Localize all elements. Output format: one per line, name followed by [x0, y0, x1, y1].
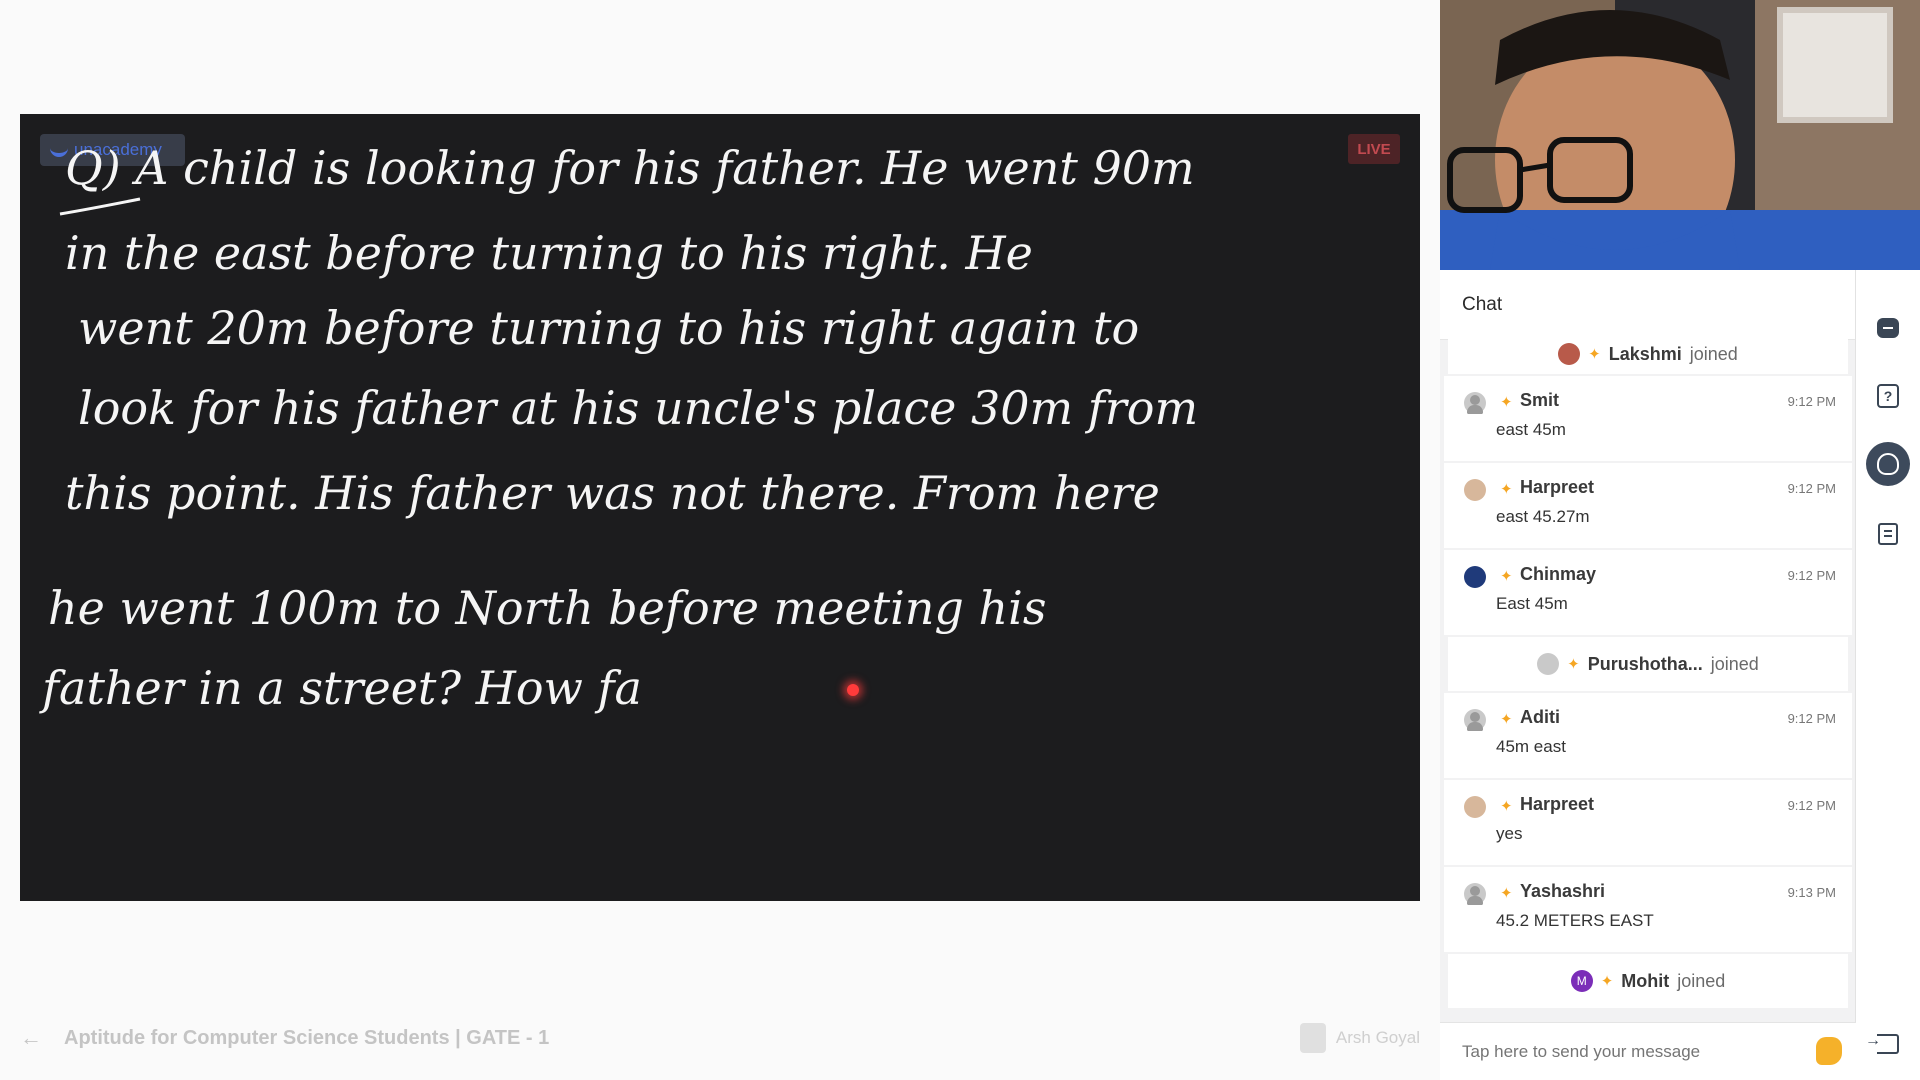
handwritten-line-1: Q) A child is looking for his father. He… — [65, 141, 1195, 195]
join-name: Mohit — [1621, 970, 1670, 991]
message-author: Aditi — [1520, 707, 1560, 727]
message-text: 45.2 METERS EAST — [1496, 911, 1654, 930]
whiteboard: unacademy LIVE Q) A child is looking for… — [20, 114, 1420, 901]
message-author: Chinmay — [1520, 564, 1597, 584]
spark-icon: ✦ — [1500, 711, 1513, 728]
educator-avatar — [1299, 1023, 1326, 1053]
laser-pointer — [847, 684, 859, 696]
educator-video — [1440, 0, 1920, 270]
raise-hand-button[interactable] — [1866, 442, 1910, 486]
exit-icon — [1865, 1032, 1899, 1054]
join-verb: joined — [1677, 970, 1726, 991]
underline-stroke — [59, 197, 141, 216]
video-frame — [1440, 0, 1920, 270]
message-author: Smit — [1520, 390, 1560, 410]
educator-name: Arsh Goyal — [1335, 1028, 1420, 1047]
educator-info: Arsh Goyal — [1299, 1020, 1420, 1056]
message-time: 9:12 PM — [1787, 711, 1836, 726]
side-rail: ? — [1856, 270, 1920, 1080]
user-avatar — [1464, 796, 1486, 818]
spark-icon: ✦ — [1500, 568, 1513, 585]
exit-class-button[interactable] — [1865, 1028, 1904, 1060]
join-name: Purushotha... — [1587, 653, 1703, 674]
chat-message: ✦ Smit 9:12 PM east 45m — [1444, 376, 1852, 461]
handwritten-line-6: he went 100m to North before meeting his — [48, 581, 1046, 635]
user-avatar-icon — [1464, 709, 1486, 731]
join-notice: ✦ Purushotha... joined — [1448, 637, 1848, 691]
chat-input-bar — [1440, 1022, 1856, 1080]
message-text: east 45.27m — [1496, 507, 1590, 526]
chat-message: ✦ Chinmay 9:12 PM East 45m — [1444, 550, 1852, 635]
spark-icon: ✦ — [1500, 481, 1513, 498]
join-notice: M ✦ Mohit joined — [1448, 954, 1848, 1008]
message-time: 9:12 PM — [1787, 394, 1836, 409]
message-text: East 45m — [1496, 594, 1568, 613]
chat-header: Chat — [1440, 270, 1855, 340]
back-arrow-icon[interactable]: ← — [20, 1025, 50, 1051]
chat-message-input[interactable] — [1462, 1041, 1792, 1062]
message-text: east 45m — [1496, 420, 1566, 439]
handwritten-line-2: in the east before turning to his right.… — [65, 226, 1033, 280]
chat-message: ✦ Aditi 9:12 PM 45m east — [1444, 693, 1852, 778]
chat-message: ✦ Harpreet 9:12 PM yes — [1444, 780, 1852, 865]
message-author: Harpreet — [1520, 794, 1595, 814]
join-notice: ✦ Lakshmi joined — [1448, 334, 1848, 374]
spark-icon: ✦ — [1567, 656, 1580, 673]
user-avatar-icon — [1464, 392, 1486, 414]
spark-icon: ✦ — [1500, 394, 1513, 411]
message-time: 9:12 PM — [1787, 481, 1836, 496]
class-footer: ← Aptitude for Computer Science Students… — [20, 1020, 1420, 1056]
user-avatar-icon — [1537, 653, 1560, 675]
chat-message-list[interactable]: ✦ Lakshmi joined ✦ Smit 9:12 PM east 45m… — [1444, 334, 1852, 1024]
raise-hand-icon — [1877, 453, 1899, 475]
question-icon: ? — [1877, 384, 1899, 408]
user-avatar — [1464, 479, 1486, 501]
course-title: Aptitude for Computer Science Students |… — [64, 1026, 550, 1049]
notes-icon — [1878, 523, 1898, 545]
handwritten-line-4: look for his father at his uncle's place… — [78, 381, 1198, 435]
chat-message: ✦ Harpreet 9:12 PM east 45.27m — [1444, 463, 1852, 548]
message-time: 9:12 PM — [1787, 798, 1836, 813]
message-time: 9:12 PM — [1787, 568, 1836, 583]
chat-title: Chat — [1462, 293, 1503, 315]
message-author: Yashashri — [1520, 881, 1606, 901]
spark-icon: ✦ — [1588, 346, 1601, 363]
spark-icon: ✦ — [1600, 973, 1614, 990]
chat-icon — [1877, 318, 1899, 338]
clap-icon[interactable] — [1816, 1037, 1842, 1065]
chat-message: ✦ Yashashri 9:13 PM 45.2 METERS EAST — [1444, 867, 1852, 952]
chat-tab-button[interactable] — [1872, 312, 1904, 344]
join-verb: joined — [1689, 343, 1738, 364]
chat-panel: Chat ✦ Lakshmi joined ✦ Smit 9:12 PM eas… — [1440, 270, 1856, 1080]
spark-icon: ✦ — [1500, 798, 1513, 815]
message-author: Harpreet — [1520, 477, 1595, 497]
user-avatar-icon — [1464, 883, 1486, 905]
message-text: 45m east — [1496, 737, 1566, 756]
doubts-tab-button[interactable]: ? — [1872, 380, 1904, 412]
handwritten-line-7: father in a street? How fa — [39, 661, 642, 715]
handwritten-line-3: went 20m before turning to his right aga… — [78, 301, 1139, 355]
join-verb: joined — [1710, 653, 1759, 674]
handwriting-canvas: Q) A child is looking for his father. He… — [39, 141, 1198, 715]
notes-tab-button[interactable] — [1872, 518, 1904, 550]
user-avatar — [1464, 566, 1486, 588]
message-time: 9:13 PM — [1787, 885, 1836, 900]
app-root: unacademy LIVE Q) A child is looking for… — [0, 0, 1920, 1080]
message-text: yes — [1496, 824, 1523, 843]
handwritten-line-5: this point. His father was not there. Fr… — [65, 466, 1160, 520]
join-name: Lakshmi — [1608, 343, 1682, 364]
spark-icon: ✦ — [1500, 885, 1513, 902]
user-avatar: M — [1570, 970, 1593, 992]
user-avatar — [1558, 343, 1581, 365]
